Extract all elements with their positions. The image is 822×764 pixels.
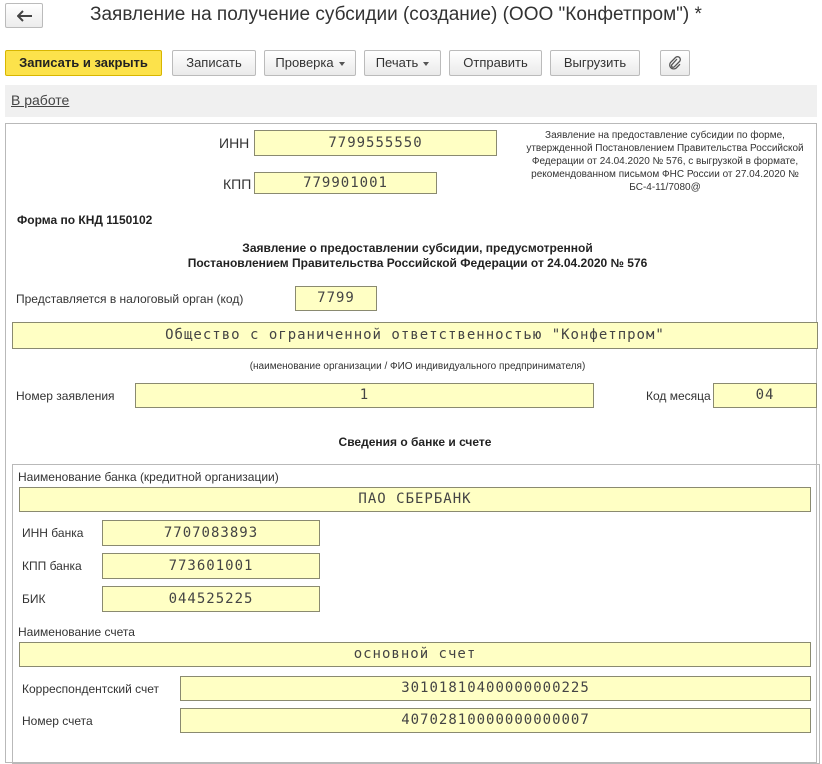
form-note: Заявление на предоставление субсидии по … bbox=[526, 130, 804, 193]
bank-kpp-field[interactable]: 773601001 bbox=[102, 553, 320, 579]
check-label: Проверка bbox=[275, 55, 334, 70]
app-number-field[interactable]: 1 bbox=[135, 383, 594, 408]
save-and-close-button[interactable]: Записать и закрыть bbox=[5, 50, 162, 76]
paperclip-icon bbox=[669, 56, 681, 70]
back-button[interactable] bbox=[5, 3, 43, 28]
bank-name-label: Наименование банка (кредитной организаци… bbox=[18, 470, 279, 484]
inn-field[interactable]: 7799555550 bbox=[254, 130, 497, 156]
status-bar bbox=[5, 85, 817, 117]
bank-section-title: Сведения о банке и счете bbox=[338, 435, 492, 449]
month-code-field[interactable]: 04 bbox=[713, 383, 817, 408]
kpp-field[interactable]: 779901001 bbox=[254, 172, 437, 194]
app-number-label: Номер заявления bbox=[16, 389, 115, 403]
account-name-field[interactable]: основной счет bbox=[19, 642, 811, 667]
month-code-label: Код месяца bbox=[646, 389, 711, 403]
status-link[interactable]: В работе bbox=[11, 92, 69, 108]
bank-kpp-label: КПП банка bbox=[22, 559, 82, 573]
corr-account-field[interactable]: 30101810400000000225 bbox=[180, 676, 811, 701]
export-button[interactable]: Выгрузить bbox=[550, 50, 640, 76]
corr-account-label: Корреспондентский счет bbox=[22, 682, 160, 696]
arrow-left-icon bbox=[17, 10, 32, 22]
tax-office-label: Представляется в налоговый орган (код) bbox=[16, 292, 244, 306]
chevron-down-icon bbox=[338, 61, 345, 66]
form-heading-2: Постановлением Правительства Российской … bbox=[187, 256, 648, 270]
account-number-label: Номер счета bbox=[22, 714, 93, 728]
form-heading-1: Заявление о предоставлении субсидии, пре… bbox=[242, 241, 593, 255]
send-button[interactable]: Отправить bbox=[449, 50, 542, 76]
bik-field[interactable]: 044525225 bbox=[102, 586, 320, 612]
inn-label: ИНН bbox=[219, 135, 250, 151]
tax-office-field[interactable]: 7799 bbox=[295, 286, 377, 311]
attach-button[interactable] bbox=[660, 50, 690, 76]
check-button[interactable]: Проверка bbox=[264, 50, 356, 76]
knd-label: Форма по КНД 1150102 bbox=[17, 213, 153, 227]
print-button[interactable]: Печать bbox=[364, 50, 441, 76]
kpp-label: КПП bbox=[223, 176, 252, 192]
account-number-field[interactable]: 40702810000000000007 bbox=[180, 708, 811, 733]
window-title: Заявление на получение субсидии (создани… bbox=[90, 4, 702, 25]
org-name-caption: (наименование организации / ФИО индивиду… bbox=[249, 361, 586, 372]
account-name-label: Наименование счета bbox=[18, 625, 135, 639]
print-label: Печать bbox=[375, 55, 419, 70]
bank-inn-label: ИНН банка bbox=[22, 526, 84, 540]
org-name-field[interactable]: Общество с ограниченной ответственностью… bbox=[12, 322, 818, 349]
bik-label: БИК bbox=[22, 592, 46, 606]
bank-name-field[interactable]: ПАО СБЕРБАНК bbox=[19, 487, 811, 512]
bank-inn-field[interactable]: 7707083893 bbox=[102, 520, 320, 546]
chevron-down-icon bbox=[423, 61, 430, 66]
save-button[interactable]: Записать bbox=[172, 50, 256, 76]
